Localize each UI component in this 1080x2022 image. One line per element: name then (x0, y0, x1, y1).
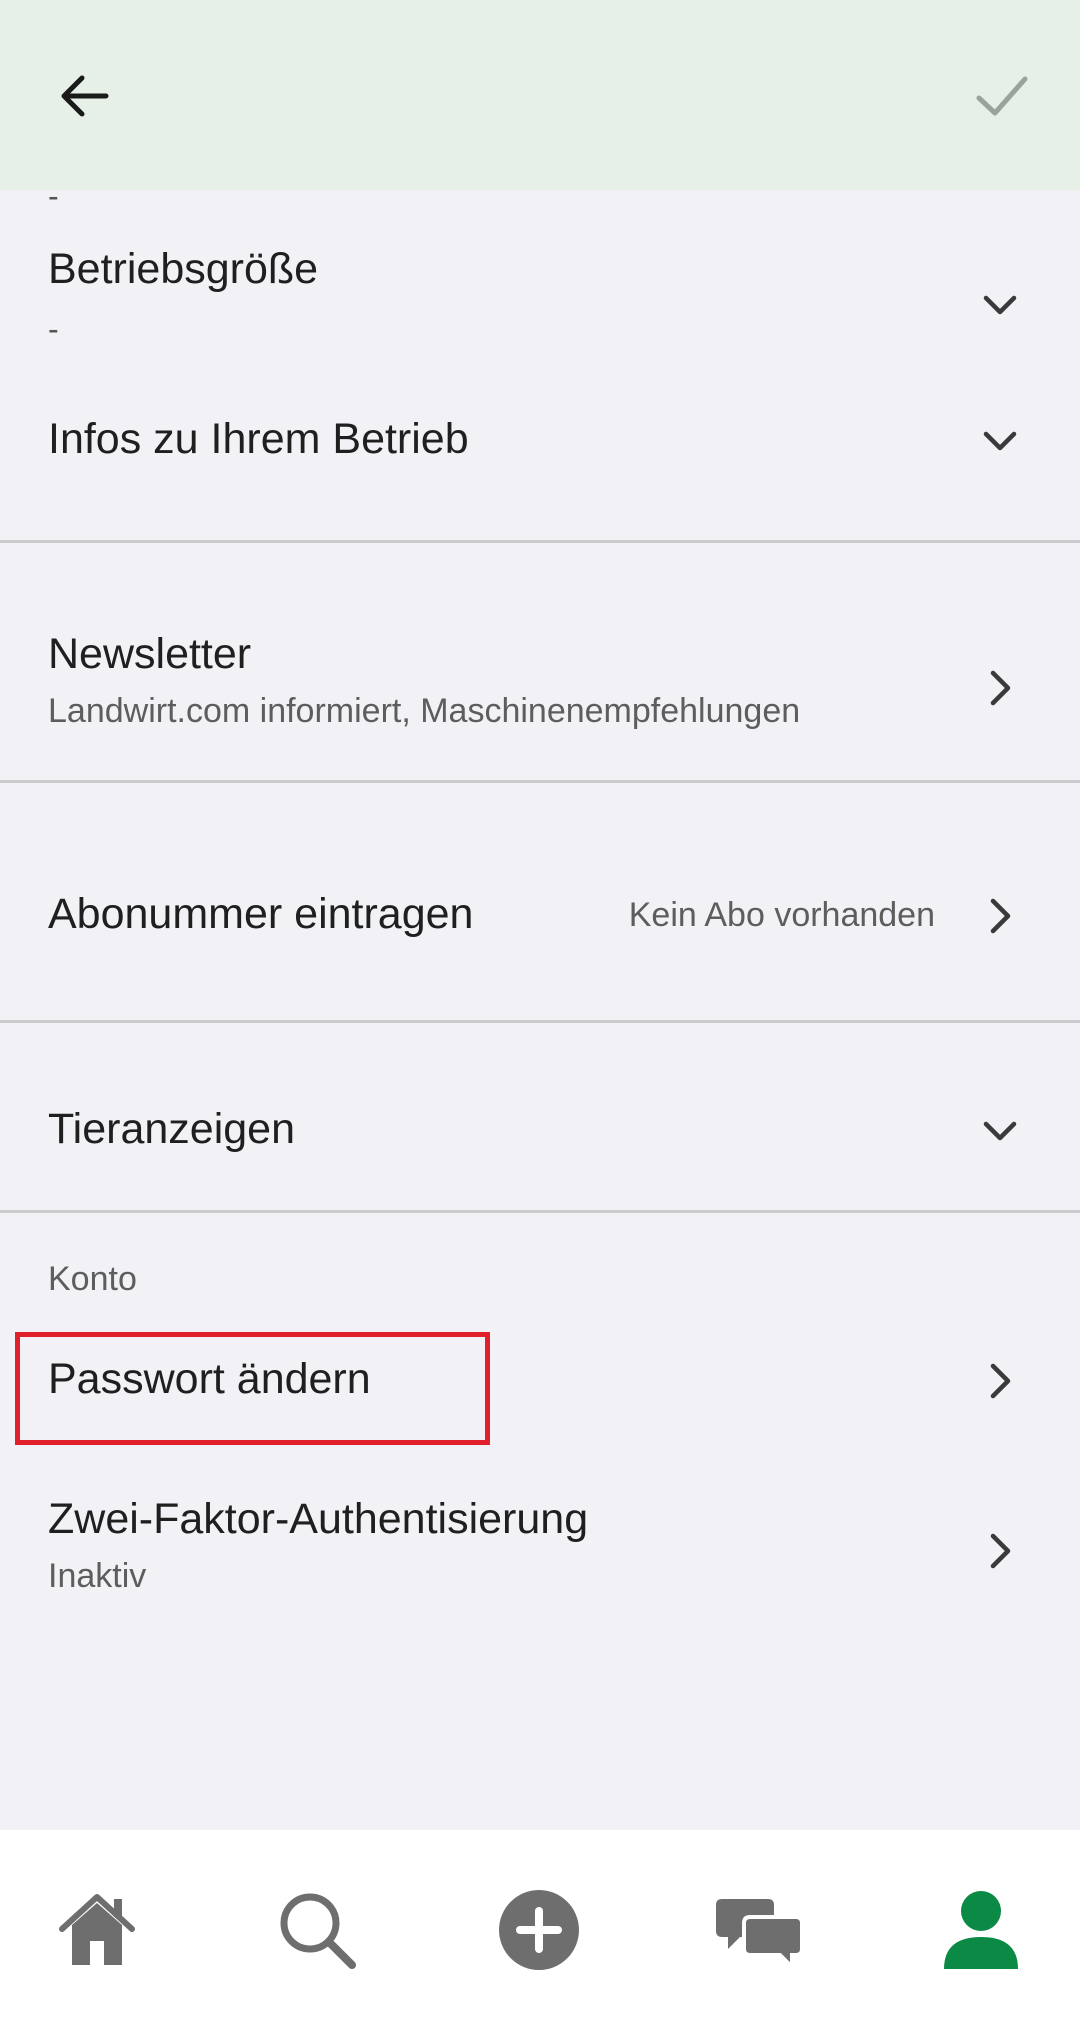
nav-home[interactable] (52, 1885, 142, 1975)
nav-add[interactable] (494, 1885, 584, 1975)
divider (0, 1020, 1080, 1023)
chevron-down-icon (976, 1107, 1024, 1155)
nav-messages[interactable] (714, 1885, 804, 1975)
infos-betrieb-label: Infos zu Ihrem Betrieb (48, 415, 469, 463)
newsletter-subtitle: Landwirt.com informiert, Maschinenempfeh… (48, 692, 801, 730)
nav-search[interactable] (272, 1885, 362, 1975)
passwort-aendern-label: Passwort ändern (48, 1355, 371, 1403)
back-button[interactable] (48, 60, 120, 132)
zwei-faktor-status: Inaktiv (48, 1557, 147, 1595)
abonummer-row[interactable]: Abonummer eintragen Kein Abo vorhanden (0, 890, 1080, 970)
tieranzeigen-row[interactable]: Tieranzeigen (0, 1105, 1080, 1185)
chevron-right-icon (976, 664, 1024, 712)
divider (0, 780, 1080, 783)
check-icon (976, 76, 1028, 116)
settings-list: - Betriebsgröße - Infos zu Ihrem Betrieb… (0, 190, 1080, 1830)
zwei-faktor-row[interactable]: Zwei-Faktor-Authentisierung Inaktiv (0, 1495, 1080, 1615)
newsletter-label: Newsletter (48, 630, 252, 678)
chevron-down-icon (976, 281, 1024, 329)
nav-profile[interactable] (936, 1885, 1026, 1975)
passwort-aendern-row[interactable]: Passwort ändern (0, 1355, 1080, 1435)
betriebsgroesse-row[interactable]: Betriebsgröße - (0, 245, 1080, 375)
tieranzeigen-label: Tieranzeigen (48, 1105, 295, 1153)
confirm-button[interactable] (966, 60, 1038, 132)
chevron-right-icon (976, 892, 1024, 940)
chat-icon (716, 1899, 804, 1972)
infos-betrieb-row[interactable]: Infos zu Ihrem Betrieb (0, 415, 1080, 515)
chevron-down-icon (976, 417, 1024, 465)
app-bar (0, 0, 1080, 190)
arrow-left-icon (61, 75, 109, 117)
zwei-faktor-label: Zwei-Faktor-Authentisierung (48, 1495, 589, 1543)
divider (0, 1210, 1080, 1213)
partial-value: - (48, 190, 59, 214)
profile-icon (944, 1891, 1018, 1969)
bottom-navigation (0, 1830, 1080, 2022)
newsletter-row[interactable]: Newsletter Landwirt.com informiert, Masc… (0, 630, 1080, 750)
chevron-right-icon (976, 1527, 1024, 1575)
search-icon (280, 1893, 356, 1969)
section-header-konto: Konto (48, 1260, 137, 1298)
betriebsgroesse-label: Betriebsgröße (48, 245, 319, 293)
add-icon (499, 1890, 579, 1970)
chevron-right-icon (976, 1357, 1024, 1405)
home-icon (59, 1894, 135, 1965)
abonummer-label: Abonummer eintragen (48, 890, 474, 938)
betriebsgroesse-value: - (48, 311, 59, 347)
divider (0, 540, 1080, 543)
abo-status: Kein Abo vorhanden (628, 896, 935, 934)
